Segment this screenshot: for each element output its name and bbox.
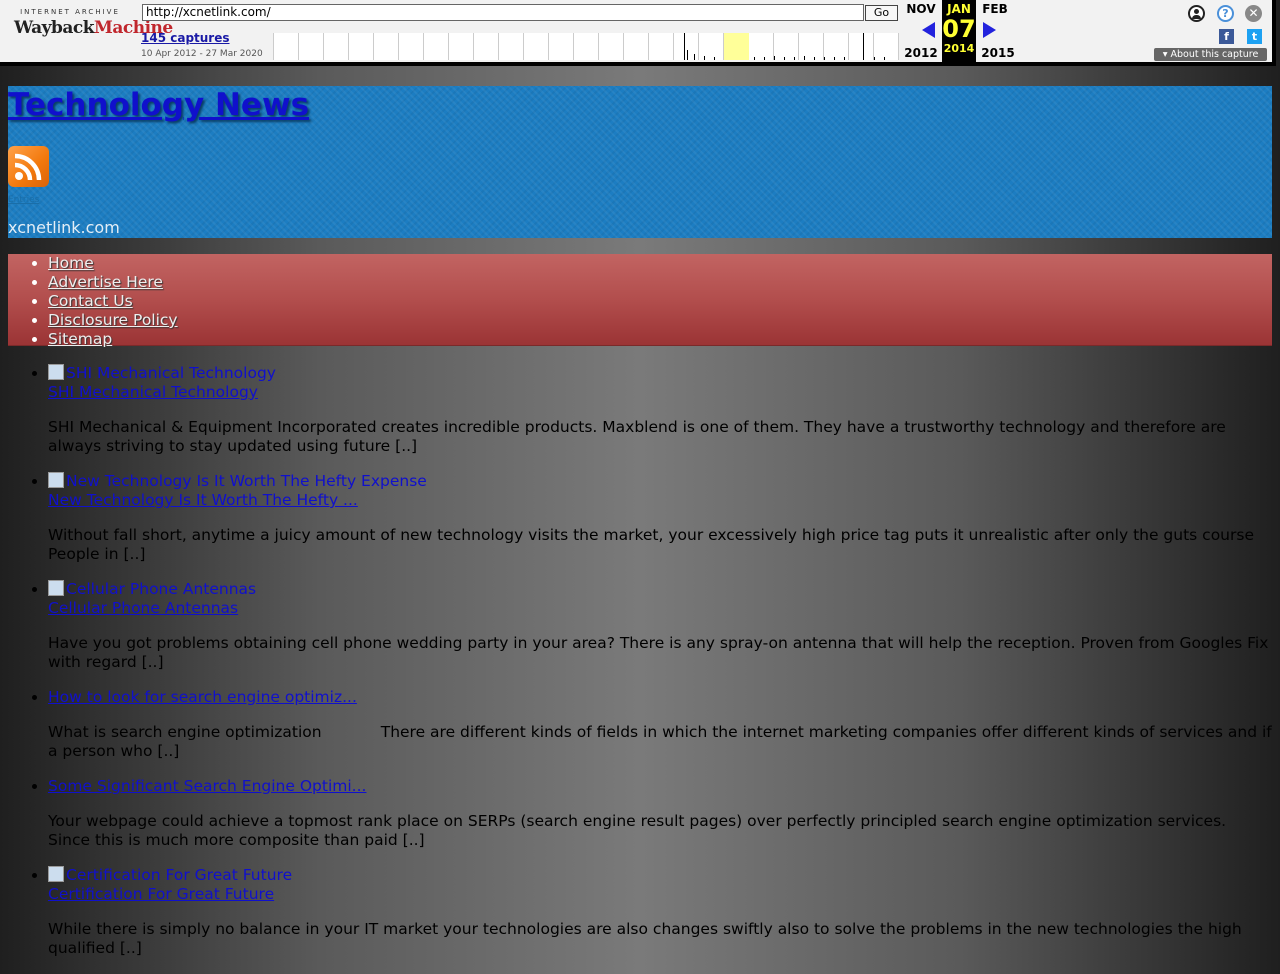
sparkline-bar (764, 57, 765, 60)
prev-year-label[interactable]: 2012 (902, 46, 940, 60)
list-item: How to look for search engine optimiz...… (48, 688, 1272, 761)
next-year-label[interactable]: 2015 (978, 46, 1018, 60)
facebook-icon[interactable]: f (1219, 29, 1234, 44)
post-thumbnail-link[interactable]: SHI Mechanical Technology (48, 364, 1272, 383)
current-capture-date: JAN 07 2014 (942, 0, 976, 62)
post-title-link[interactable]: New Technology Is It Worth The Hefty ... (48, 491, 1272, 510)
post-excerpt: SHI Mechanical & Equipment Incorporated … (48, 418, 1226, 455)
sparkline-bar (863, 33, 864, 60)
wayback-logo-main: WaybackMachine (14, 18, 173, 38)
prev-capture-arrow-icon[interactable] (922, 22, 935, 38)
nav-item-contact: Contact Us (48, 292, 178, 311)
next-month-label[interactable]: FEB (978, 2, 1012, 16)
sparkline-bar (704, 56, 705, 60)
post-excerpt: What is search engine optimization There… (48, 723, 1277, 760)
sparkline-bar (774, 56, 775, 60)
sparkline-bar (684, 33, 685, 60)
help-icon[interactable]: ? (1217, 5, 1234, 22)
site-header: Technology News Entries xcnetlink.com (8, 86, 1272, 238)
sparkline-bar (794, 57, 795, 60)
capture-sparkline[interactable] (273, 33, 899, 60)
nav-list: Home Advertise Here Contact Us Disclosur… (8, 254, 178, 349)
prev-month-label[interactable]: NOV (902, 2, 940, 16)
post-list: SHI Mechanical Technology SHI Mechanical… (8, 364, 1272, 974)
nav-item-home: Home (48, 254, 178, 273)
post-thumbnail-link[interactable]: Certification For Great Future (48, 866, 1272, 885)
post-excerpt: While there is simply no balance in your… (48, 920, 1242, 957)
post-excerpt: Your webpage could achieve a topmost ran… (48, 812, 1227, 849)
sparkline-current-highlight (724, 33, 749, 60)
nav-link-sitemap[interactable]: Sitemap (48, 330, 112, 348)
sparkline-bar (834, 57, 835, 60)
nav-link-home[interactable]: Home (48, 254, 94, 272)
main-nav: Home Advertise Here Contact Us Disclosur… (8, 254, 1272, 349)
next-capture-arrow-icon[interactable] (983, 22, 996, 38)
sparkline-bar (694, 54, 695, 60)
list-item: Certification For Great Future Certifica… (48, 866, 1272, 958)
nav-item-disclosure: Disclosure Policy (48, 311, 178, 330)
close-icon[interactable]: ✕ (1245, 5, 1262, 22)
post-title-link[interactable]: Some Significant Search Engine Optimi... (48, 777, 1272, 796)
sparkline-bar (874, 57, 875, 60)
post-thumbnail-link[interactable]: Cellular Phone Antennas (48, 580, 1272, 599)
capture-date-range: 10 Apr 2012 - 27 Mar 2020 (141, 49, 263, 59)
nav-link-contact[interactable]: Contact Us (48, 292, 133, 310)
sparkline-bar (824, 57, 825, 60)
user-icon[interactable] (1188, 5, 1205, 22)
sparkline-bar (784, 57, 785, 60)
sparkline-bar (754, 57, 755, 60)
about-capture-button[interactable]: ▾ About this capture (1154, 48, 1267, 61)
site-title-link[interactable]: Technology News (8, 86, 309, 124)
list-item: Some Significant Search Engine Optimi...… (48, 777, 1272, 850)
list-item: Cellular Phone Antennas Cellular Phone A… (48, 580, 1272, 672)
wayback-go-button[interactable]: Go (865, 5, 898, 21)
post-excerpt: Without fall short, anytime a juicy amou… (48, 526, 1254, 563)
sparkline-bar (804, 56, 805, 60)
post-title-link[interactable]: How to look for search engine optimiz... (48, 688, 1272, 707)
post-excerpt: Have you got problems obtaining cell pho… (48, 634, 1269, 671)
sparkline-bar (844, 57, 845, 60)
twitter-icon[interactable]: t (1247, 29, 1262, 44)
nav-item-sitemap: Sitemap (48, 330, 178, 349)
wayback-logo-top: INTERNET ARCHIVE (20, 8, 120, 16)
sparkline-bar (884, 57, 885, 60)
list-item: New Technology Is It Worth The Hefty Exp… (48, 472, 1272, 564)
post-title-link[interactable]: Cellular Phone Antennas (48, 599, 1272, 618)
sparkline-bar (714, 57, 715, 60)
captures-link[interactable]: 145 captures (141, 31, 230, 45)
wayback-logo[interactable]: INTERNET ARCHIVE WaybackMachine (14, 8, 173, 52)
post-title-link[interactable]: Certification For Great Future (48, 885, 1272, 904)
nav-link-advertise[interactable]: Advertise Here (48, 273, 163, 291)
rss-entries-link[interactable]: Entries (8, 195, 39, 205)
current-year: 2014 (943, 42, 975, 55)
sparkline-bar (814, 57, 815, 60)
nav-item-advertise: Advertise Here (48, 273, 178, 292)
post-title-link[interactable]: SHI Mechanical Technology (48, 383, 1272, 402)
wayback-toolbar: INTERNET ARCHIVE WaybackMachine Go 145 c… (0, 0, 1276, 66)
about-capture-label: About this capture (1170, 49, 1259, 60)
wayback-url-input[interactable] (142, 4, 864, 21)
current-month: JAN (947, 2, 971, 16)
rss-feed-icon[interactable] (8, 146, 49, 187)
current-day: 07 (942, 15, 976, 43)
nav-link-disclosure[interactable]: Disclosure Policy (48, 311, 178, 329)
list-item: SHI Mechanical Technology SHI Mechanical… (48, 364, 1272, 456)
post-thumbnail-link[interactable]: New Technology Is It Worth The Hefty Exp… (48, 472, 1272, 491)
wayback-logo-a: Wayback (14, 18, 95, 38)
site-domain: xcnetlink.com (8, 218, 120, 237)
sparkline-bar (687, 50, 688, 60)
